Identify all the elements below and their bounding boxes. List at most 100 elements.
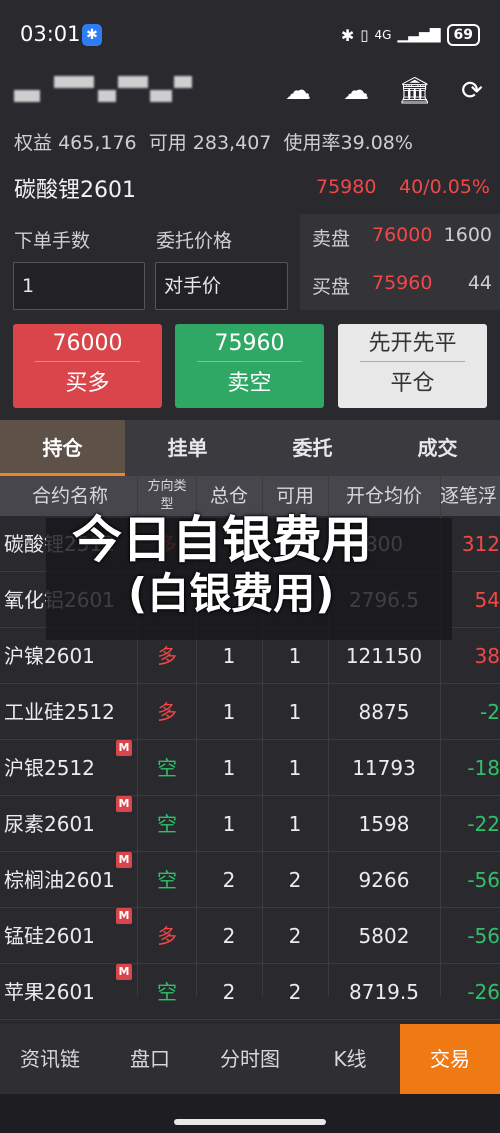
direction-cell: 空 xyxy=(157,980,177,1004)
bluetooth-icon: ✱ xyxy=(340,25,355,45)
available-cell: 2 xyxy=(288,980,302,1004)
account-summary: 权益 465,176 可用 283,407 使用率39.08% xyxy=(14,128,413,155)
direction-cell: 空 xyxy=(157,812,177,836)
avg-price-cell: 9266 xyxy=(358,868,410,892)
account-name-blurred xyxy=(14,76,194,106)
total-cell: 1 xyxy=(222,756,236,780)
usage-label: 使用率 xyxy=(283,132,341,154)
position-tabs: 持仓 挂单 委托 成交 xyxy=(0,420,500,476)
direction-cell: 空 xyxy=(157,756,177,780)
refresh-icon[interactable]: ⟳ xyxy=(456,76,488,106)
table-row[interactable]: 苹果2601 M 空 2 2 8719.5 -26 xyxy=(0,964,500,1020)
tab-pending[interactable]: 挂单 xyxy=(125,420,250,476)
nav-kline[interactable]: K线 xyxy=(300,1024,400,1094)
price-type-input[interactable]: 对手价 xyxy=(155,262,288,310)
depth-row-bid[interactable]: 买盘 75960 44 xyxy=(312,272,492,302)
buy-label: 买多 xyxy=(65,371,110,396)
margin-tag: M xyxy=(116,964,132,980)
network-label: 4G xyxy=(374,28,392,42)
total-cell: 2 xyxy=(222,980,236,1004)
margin-tag: M xyxy=(116,796,132,812)
total-cell: 2 xyxy=(222,868,236,892)
pnl-cell: -22 xyxy=(467,812,500,836)
available-cell: 1 xyxy=(288,812,302,836)
sell-price: 75960 xyxy=(197,324,302,362)
margin-tag: M xyxy=(116,908,132,924)
tab-positions[interactable]: 持仓 xyxy=(0,420,125,476)
contract-change: 40/0.05% xyxy=(399,176,490,198)
signal-icon: ▁▃▅▇ xyxy=(397,27,441,43)
depth-qty: 1600 xyxy=(443,224,492,246)
margin-tag: M xyxy=(116,740,132,756)
avg-price-cell: 8875 xyxy=(358,700,410,724)
margin-tag: M xyxy=(116,852,132,868)
tab-trades[interactable]: 成交 xyxy=(375,420,500,476)
total-cell: 1 xyxy=(222,812,236,836)
table-row[interactable]: 工业硅2512 多 1 1 8875 -2 xyxy=(0,684,500,740)
pnl-cell: -2 xyxy=(480,700,500,724)
table-row[interactable]: 棕榈油2601 M 空 2 2 9266 -56 xyxy=(0,852,500,908)
direction-cell: 多 xyxy=(157,924,177,948)
close-label: 平仓 xyxy=(390,371,435,396)
usage-value: 39.08% xyxy=(340,132,413,154)
pnl-cell: -26 xyxy=(467,980,500,1004)
table-row[interactable]: 锰硅2601 M 多 2 2 5802 -56 xyxy=(0,908,500,964)
contract-name[interactable]: 碳酸锂2601 xyxy=(14,172,136,204)
price-label: 委托价格 xyxy=(156,230,233,252)
nav-quote[interactable]: 盘口 xyxy=(100,1024,200,1094)
depth-qty: 44 xyxy=(467,272,492,294)
equity-label: 权益 xyxy=(14,132,53,154)
depth-price: 75960 xyxy=(372,272,433,294)
contract-price: 75980 xyxy=(316,176,377,198)
available-cell: 1 xyxy=(288,700,302,724)
home-indicator[interactable] xyxy=(174,1119,326,1125)
cloud-upload-icon[interactable]: ☁ xyxy=(340,76,372,106)
direction-cell: 多 xyxy=(157,700,177,724)
available-value: 283,407 xyxy=(192,132,272,154)
tab-orders[interactable]: 委托 xyxy=(250,420,375,476)
direction-cell: 空 xyxy=(157,868,177,892)
table-row[interactable]: 尿素2601 M 空 1 1 1598 -22 xyxy=(0,796,500,852)
bank-icon[interactable]: 🏛 xyxy=(398,76,431,106)
pnl-cell: -56 xyxy=(467,868,500,892)
table-row[interactable]: 沪银2512 M 空 1 1 11793 -18 xyxy=(0,740,500,796)
equity-value: 465,176 xyxy=(58,132,137,154)
bluetooth-app-icon: ✱ xyxy=(82,24,102,46)
avg-price-cell: 11793 xyxy=(352,756,416,780)
depth-price: 76000 xyxy=(372,224,433,246)
nav-timeshare[interactable]: 分时图 xyxy=(200,1024,300,1094)
total-cell: 1 xyxy=(222,700,236,724)
close-position-button[interactable]: 先开先平 平仓 xyxy=(338,324,487,408)
depth-row-ask[interactable]: 卖盘 76000 1600 xyxy=(312,224,492,254)
buy-price: 76000 xyxy=(35,324,140,362)
available-label: 可用 xyxy=(148,132,187,154)
qty-label: 下单手数 xyxy=(14,230,91,252)
available-cell: 1 xyxy=(288,756,302,780)
avg-price-cell: 1598 xyxy=(358,812,410,836)
qty-input[interactable]: 1 xyxy=(13,262,145,310)
contract-selector[interactable]: 碳酸锂2601 75980 40/0.05% xyxy=(0,168,500,208)
available-cell: 2 xyxy=(288,868,302,892)
app-header: ☁ ☁ 🏛 ⟳ xyxy=(0,70,500,118)
depth-label: 买盘 xyxy=(312,276,351,298)
order-book: 卖盘 76000 1600 买盘 75960 44 xyxy=(300,214,500,310)
status-bar: 03:01 ✱ ✱ ▯ 4G ▁▃▅▇ 69 xyxy=(0,0,500,70)
status-icons: ✱ ▯ 4G ▁▃▅▇ 69 xyxy=(341,24,480,46)
buy-long-button[interactable]: 76000 买多 xyxy=(13,324,162,408)
available-cell: 2 xyxy=(288,924,302,948)
header-pnl: 逐笔浮 xyxy=(440,485,498,507)
status-time: 03:01 xyxy=(20,22,81,46)
nav-trade[interactable]: 交易 xyxy=(400,1024,500,1094)
cloud-sync-icon[interactable]: ☁ xyxy=(282,76,314,106)
avg-price-cell: 5802 xyxy=(358,924,410,948)
avg-price-cell: 8719.5 xyxy=(349,980,419,1004)
gesture-area xyxy=(0,1094,500,1133)
sell-short-button[interactable]: 75960 卖空 xyxy=(175,324,324,408)
sell-label: 卖空 xyxy=(227,371,272,396)
vibrate-icon: ▯ xyxy=(360,26,369,44)
battery-indicator: 69 xyxy=(446,24,480,46)
contract-cell: 工业硅2512 xyxy=(4,700,115,724)
bottom-nav: 资讯链 盘口 分时图 K线 交易 xyxy=(0,1024,500,1094)
nav-news[interactable]: 资讯链 xyxy=(0,1024,100,1094)
pnl-cell: -56 xyxy=(467,924,500,948)
